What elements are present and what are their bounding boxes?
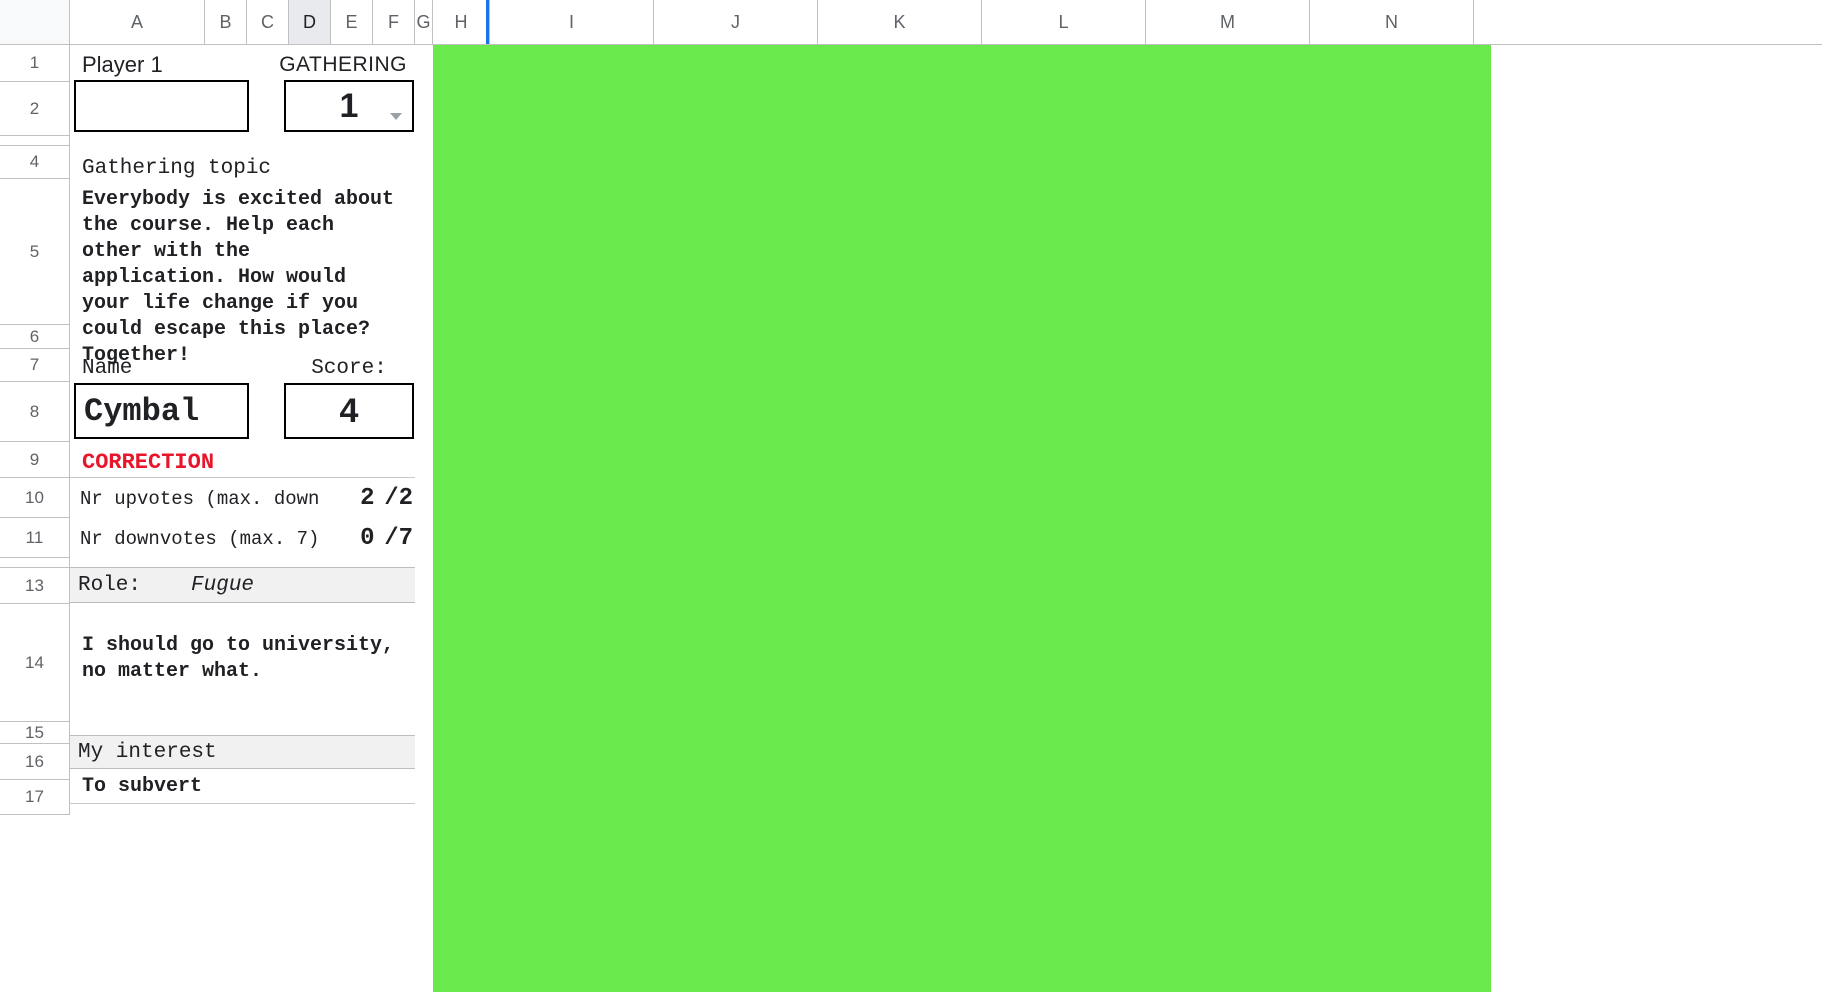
- green-fill-region: [433, 45, 1491, 992]
- downvotes-value: 0: [360, 525, 380, 552]
- row-header-2[interactable]: 2: [0, 82, 70, 136]
- row-header-7[interactable]: 7: [0, 349, 70, 382]
- row-header-16[interactable]: 16: [0, 744, 70, 780]
- role-label: Role:: [78, 574, 141, 597]
- row-header-5[interactable]: 5: [0, 179, 70, 325]
- gathering-label: GATHERING: [265, 47, 415, 82]
- downvotes-max: /7: [384, 525, 413, 552]
- name-value: Cymbal: [84, 393, 199, 430]
- row-header-8[interactable]: 8: [0, 382, 70, 442]
- interest-label: My interest: [78, 741, 217, 764]
- score-label: Score:: [284, 351, 414, 386]
- col-header-F[interactable]: F: [373, 0, 415, 44]
- score-value-box: 4: [284, 383, 414, 439]
- separator: [70, 477, 415, 478]
- upvotes-row: Nr upvotes (max. down 2 /2: [74, 481, 419, 516]
- col-header-K[interactable]: K: [818, 0, 982, 44]
- chevron-down-icon: [390, 113, 402, 120]
- interest-value: To subvert: [74, 770, 210, 804]
- row-header-15[interactable]: 15: [0, 722, 70, 744]
- upvotes-value: 2: [360, 485, 380, 512]
- topic-label: Gathering topic: [74, 151, 279, 186]
- row-header-11[interactable]: 11: [0, 518, 70, 558]
- column-headers: ABCDEFGHIJKLMN: [0, 0, 1822, 45]
- role-value: Fugue: [191, 574, 254, 597]
- col-header-H[interactable]: H: [433, 0, 490, 44]
- player-label: Player 1: [74, 47, 249, 84]
- col-header-D[interactable]: D: [289, 0, 331, 44]
- row-header-gap: [0, 136, 70, 146]
- col-header-G[interactable]: G: [415, 0, 433, 44]
- col-header-B[interactable]: B: [205, 0, 247, 44]
- col-header-L[interactable]: L: [982, 0, 1146, 44]
- upvotes-max: /2: [384, 485, 413, 512]
- row-header-gap: [0, 558, 70, 568]
- role-row: Role: Fugue: [70, 567, 415, 603]
- corner-cell[interactable]: [0, 0, 70, 44]
- row-header-10[interactable]: 10: [0, 478, 70, 518]
- upvotes-label: Nr upvotes (max. down: [80, 488, 319, 510]
- col-header-C[interactable]: C: [247, 0, 289, 44]
- row-header-6[interactable]: 6: [0, 325, 70, 349]
- col-header-E[interactable]: E: [331, 0, 373, 44]
- player-name-input[interactable]: [74, 80, 249, 132]
- score-value: 4: [286, 385, 412, 437]
- col-header-N[interactable]: N: [1310, 0, 1474, 44]
- separator: [70, 803, 415, 804]
- row-header-17[interactable]: 17: [0, 780, 70, 815]
- row-header-1[interactable]: 1: [0, 45, 70, 82]
- gathering-value: 1: [286, 82, 412, 130]
- row-header-14[interactable]: 14: [0, 604, 70, 722]
- col-header-I[interactable]: I: [490, 0, 654, 44]
- col-header-A[interactable]: A: [70, 0, 205, 44]
- downvotes-label: Nr downvotes (max. 7): [80, 528, 319, 550]
- belief-text: I should go to university, no matter wha…: [74, 629, 404, 689]
- col-header-M[interactable]: M: [1146, 0, 1310, 44]
- downvotes-row: Nr downvotes (max. 7) 0 /7: [74, 521, 419, 556]
- row-header-13[interactable]: 13: [0, 568, 70, 604]
- col-header-J[interactable]: J: [654, 0, 818, 44]
- name-label: Name: [74, 351, 140, 386]
- row-header-4[interactable]: 4: [0, 146, 70, 179]
- gathering-dropdown[interactable]: 1: [284, 80, 414, 132]
- row-header-9[interactable]: 9: [0, 442, 70, 478]
- name-value-box[interactable]: Cymbal: [74, 383, 249, 439]
- interest-label-row: My interest: [70, 735, 415, 769]
- topic-text: Everybody is excited about the course. H…: [74, 183, 414, 373]
